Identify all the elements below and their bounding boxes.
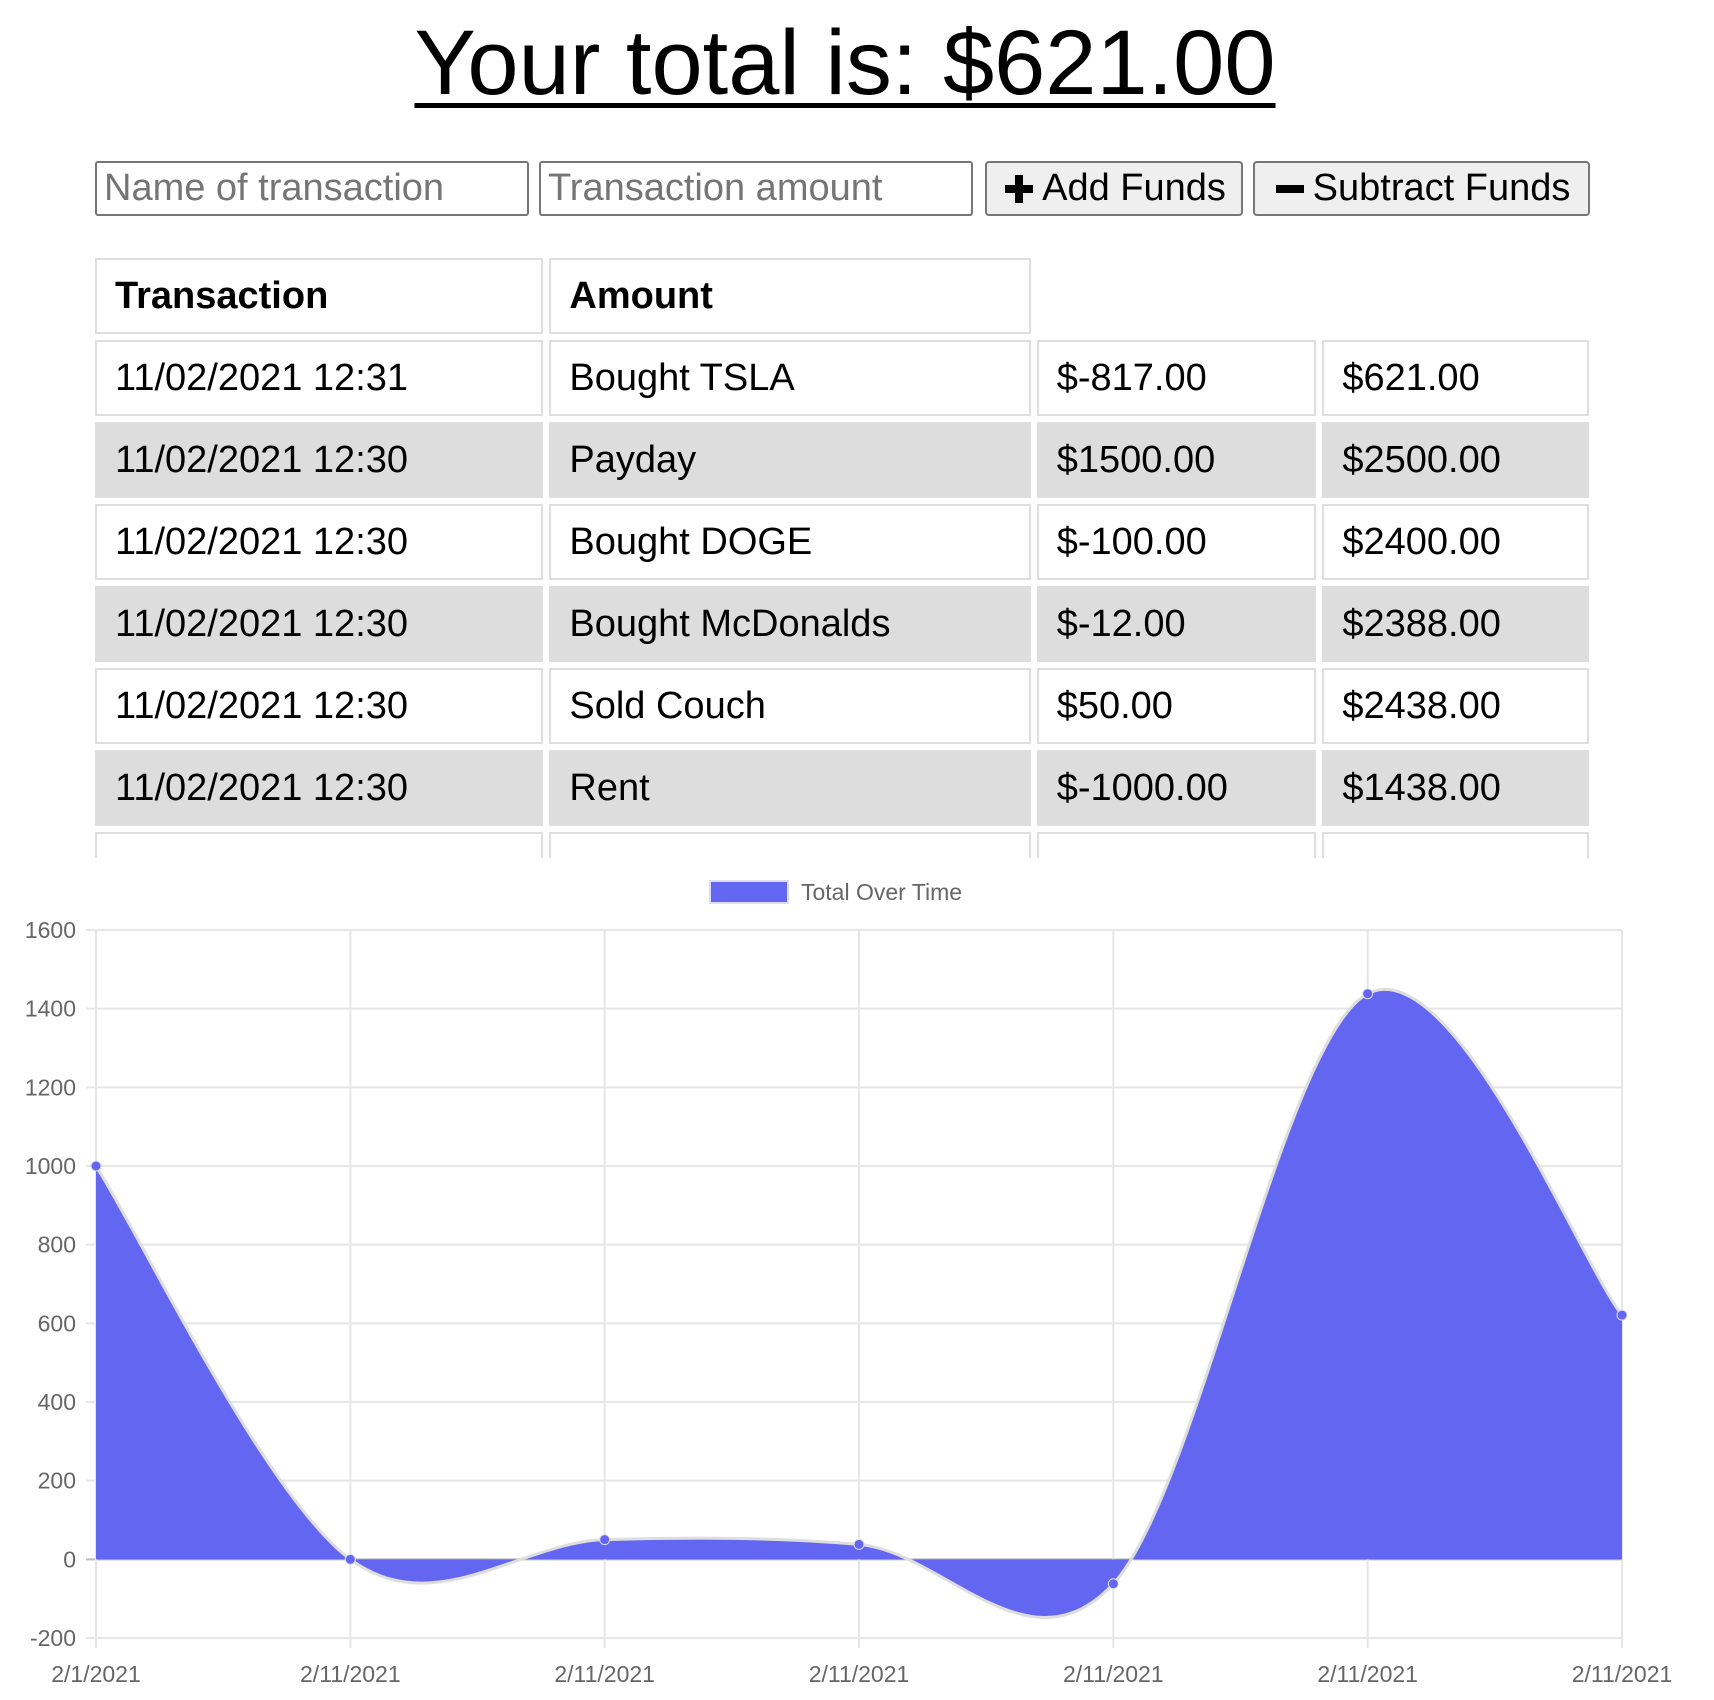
row-name-cut bbox=[549, 832, 1031, 858]
row-date: 11/02/2021 12:31 bbox=[95, 340, 544, 416]
row-date: 11/02/2021 12:30 bbox=[95, 422, 544, 498]
table-header-row: Transaction Amount bbox=[95, 258, 1589, 334]
y-tick-label: 1000 bbox=[25, 1153, 76, 1179]
row-total: $2438.00 bbox=[1322, 668, 1589, 744]
row-amount-cut bbox=[1036, 832, 1317, 858]
x-tick-label: 2/11/2021 bbox=[1572, 1661, 1673, 1687]
transaction-name-input[interactable] bbox=[95, 161, 529, 216]
row-name: Bought DOGE bbox=[549, 504, 1031, 580]
row-total-cut bbox=[1322, 832, 1589, 858]
row-amount: $1500.00 bbox=[1036, 422, 1317, 498]
row-total: $2388.00 bbox=[1322, 586, 1589, 662]
subtract-funds-label: Subtract Funds bbox=[1312, 167, 1571, 209]
table-row: 11/02/2021 12:31 Bought TSLA $-817.00 $6… bbox=[95, 340, 1589, 416]
minus-icon bbox=[1275, 184, 1304, 193]
y-tick-label: 400 bbox=[38, 1389, 76, 1415]
x-tick-label: 2/11/2021 bbox=[554, 1661, 655, 1687]
header-empty bbox=[1322, 258, 1589, 334]
y-tick-label: 1400 bbox=[25, 996, 76, 1022]
y-tick-label: 800 bbox=[38, 1232, 76, 1258]
subtract-funds-button[interactable]: Subtract Funds bbox=[1253, 161, 1590, 216]
header-empty bbox=[1037, 258, 1317, 334]
y-tick-label: -200 bbox=[30, 1625, 76, 1651]
y-tick-label: 0 bbox=[63, 1546, 76, 1572]
add-funds-button[interactable]: Add Funds bbox=[985, 161, 1243, 216]
table-row: 11/02/2021 12:30 Sold Couch $50.00 $2438… bbox=[95, 668, 1589, 744]
row-name: Rent bbox=[549, 750, 1031, 826]
row-date: 11/02/2021 12:30 bbox=[95, 504, 544, 580]
y-tick-label: 1200 bbox=[25, 1074, 76, 1100]
row-name: Sold Couch bbox=[549, 668, 1031, 744]
row-total: $2400.00 bbox=[1322, 504, 1589, 580]
row-name: Bought TSLA bbox=[549, 340, 1031, 416]
data-point bbox=[1107, 1578, 1119, 1590]
table-row: 11/02/2021 12:30 Bought DOGE $-100.00 $2… bbox=[95, 504, 1589, 580]
data-point bbox=[344, 1553, 356, 1565]
table-row: 11/02/2021 12:30 Rent $-1000.00 $1438.00 bbox=[95, 750, 1589, 826]
header-transaction: Transaction bbox=[95, 258, 544, 334]
data-point bbox=[599, 1534, 611, 1546]
row-date: 11/02/2021 12:30 bbox=[95, 586, 544, 662]
data-point bbox=[853, 1538, 865, 1550]
row-name: Bought McDonalds bbox=[549, 586, 1031, 662]
transactions-table-container: Transaction Amount 11/02/2021 12:31 Boug… bbox=[95, 258, 1595, 858]
header-amount: Amount bbox=[549, 258, 1031, 334]
row-date: 11/02/2021 12:30 bbox=[95, 750, 544, 826]
row-name: Payday bbox=[549, 422, 1031, 498]
y-tick-label: 200 bbox=[38, 1468, 76, 1494]
table-row bbox=[95, 832, 1589, 858]
row-amount: $-817.00 bbox=[1036, 340, 1317, 416]
x-tick-label: 2/1/2021 bbox=[51, 1661, 141, 1687]
row-amount: $50.00 bbox=[1036, 668, 1317, 744]
x-tick-label: 2/11/2021 bbox=[300, 1661, 401, 1687]
transaction-amount-input[interactable] bbox=[539, 161, 973, 216]
y-tick-label: 600 bbox=[38, 1310, 76, 1336]
add-funds-label: Add Funds bbox=[1042, 167, 1226, 209]
row-total: $1438.00 bbox=[1322, 750, 1589, 826]
data-point bbox=[1362, 988, 1374, 1000]
row-total: $2500.00 bbox=[1322, 422, 1589, 498]
transactions-table: Transaction Amount 11/02/2021 12:31 Boug… bbox=[95, 258, 1595, 858]
row-amount: $-12.00 bbox=[1036, 586, 1317, 662]
table-row: 11/02/2021 12:30 Payday $1500.00 $2500.0… bbox=[95, 422, 1589, 498]
row-date: 11/02/2021 12:30 bbox=[95, 668, 544, 744]
x-tick-label: 2/11/2021 bbox=[1063, 1661, 1164, 1687]
total-over-time-chart: 1600 1400 1200 1000 800 600 400 200 0 -200 2/1/202… bbox=[25, 917, 1673, 1687]
row-total: $621.00 bbox=[1322, 340, 1589, 416]
row-amount: $-1000.00 bbox=[1036, 750, 1317, 826]
table-row: 11/02/2021 12:30 Bought McDonalds $-12.0… bbox=[95, 586, 1589, 662]
plus-icon bbox=[1005, 174, 1034, 203]
y-tick-label: 1600 bbox=[25, 917, 76, 943]
page-title: Your total is: $621.00 bbox=[414, 12, 1276, 114]
row-amount: $-100.00 bbox=[1036, 504, 1317, 580]
row-date-cut bbox=[95, 832, 544, 858]
data-point bbox=[1616, 1309, 1628, 1321]
x-tick-label: 2/11/2021 bbox=[809, 1661, 910, 1687]
x-tick-label: 2/11/2021 bbox=[1317, 1661, 1418, 1687]
data-point bbox=[90, 1160, 102, 1172]
